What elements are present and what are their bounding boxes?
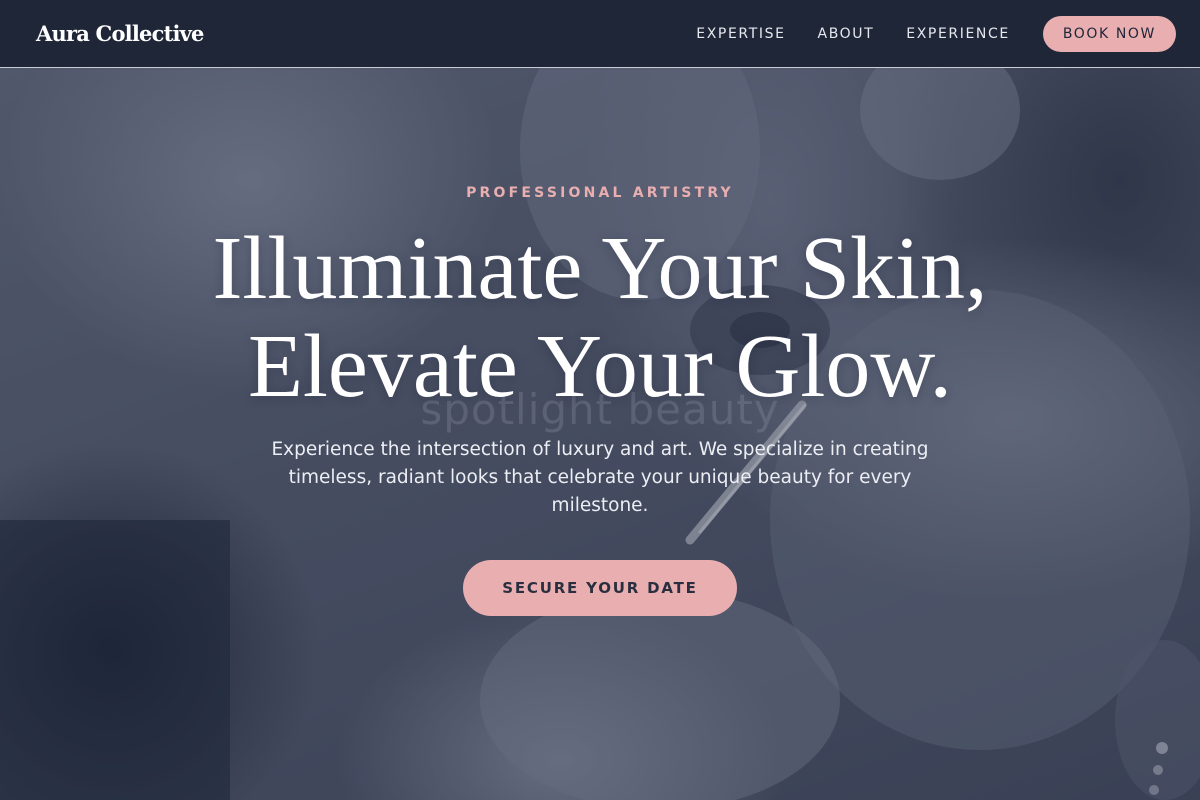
- nav-link-about[interactable]: ABOUT: [818, 26, 875, 42]
- hero-eyebrow: PROFESSIONAL ARTISTRY: [466, 185, 734, 201]
- navbar: Aura Collective EXPERTISE ABOUT EXPERIEN…: [0, 0, 1200, 68]
- secure-date-button[interactable]: SECURE YOUR DATE: [463, 560, 737, 616]
- nav-links: EXPERTISE ABOUT EXPERIENCE BOOK NOW: [696, 15, 1176, 52]
- brand-logo[interactable]: Aura Collective: [36, 21, 204, 46]
- page: Aura Collective EXPERTISE ABOUT EXPERIEN…: [0, 0, 1200, 800]
- hero-headline-line-2: Elevate Your Glow.: [247, 317, 953, 416]
- hero-headline-line-1: Illuminate Your Skin,: [212, 219, 988, 318]
- nav-link-experience[interactable]: EXPERIENCE: [906, 26, 1010, 42]
- hero-section: PROFESSIONAL ARTISTRY spotlight beauty I…: [0, 0, 1200, 800]
- nav-link-expertise[interactable]: EXPERTISE: [696, 26, 785, 42]
- hero-headline: Illuminate Your Skin, Elevate Your Glow.: [0, 220, 1200, 416]
- hero-subtext: Experience the intersection of luxury an…: [271, 439, 929, 516]
- book-now-button[interactable]: BOOK NOW: [1042, 15, 1176, 52]
